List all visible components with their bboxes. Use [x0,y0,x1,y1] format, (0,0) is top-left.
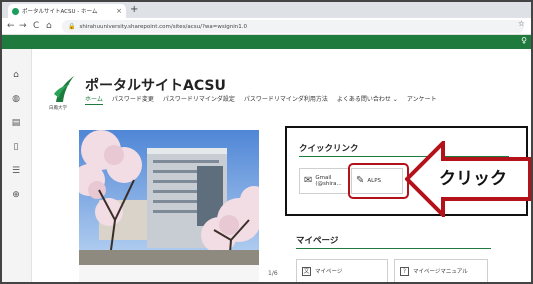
nav-home[interactable]: ホーム [85,94,103,105]
gmail-link-tile[interactable]: ✉ Gmail (@shira... [299,168,349,194]
hero-campus-photo[interactable] [79,130,259,265]
site-navigation: ホーム パスワード変更 パスワードリマインダ設定 パスワードリマインダ利用方法 … [85,94,437,105]
rail-document-icon[interactable]: ▯ [10,141,22,153]
rail-news-icon[interactable]: ▤ [10,117,22,129]
tab-close-icon[interactable]: × [116,7,122,15]
help-icon: ? [400,266,409,276]
favicon-icon [12,7,19,15]
rail-home-icon[interactable]: ⌂ [10,69,22,81]
tab-strip: ポータルサイトACSU - ホーム × + [2,2,531,18]
bookmark-star-icon[interactable]: ☆ [518,19,525,28]
my-page-manual-tile[interactable]: ? マイページマニュアル [394,259,488,282]
logo-caption: 白鳳大学 [49,106,67,111]
gmail-sublabel: (@shira... [315,181,342,187]
my-page-label: マイページ [315,269,343,275]
browser-tab[interactable]: ポータルサイトACSU - ホーム × [8,4,126,18]
app-rail: ⌂ ◍ ▤ ▯ ☰ ⊕ [2,49,32,282]
my-page-link-tile[interactable]: 文 マイページ [296,259,388,282]
rail-add-icon[interactable]: ⊕ [10,189,22,201]
lock-icon: 🔒 [68,23,76,30]
nav-password-reminder-usage[interactable]: パスワードリマインダ利用方法 [244,94,328,105]
rail-globe-icon[interactable]: ◍ [10,93,22,105]
nav-password-reminder-setup[interactable]: パスワードリマインダ設定 [163,94,235,105]
url-field[interactable]: 🔒 shirahuuniversity.sharepoint.com/sites… [62,20,524,33]
nav-faq[interactable]: よくある問い合わせ ⌄ [337,94,398,105]
forward-arrow-icon[interactable]: → [19,20,27,32]
address-bar: ← → C ⌂ 🔒 shirahuuniversity.sharepoint.c… [2,18,531,35]
quick-links-title: クイックリンク [299,144,359,154]
suite-bar: ♀ [2,35,531,49]
new-tab-button[interactable]: + [130,4,138,16]
url-text: shirahuuniversity.sharepoint.com/sites/a… [79,23,248,30]
reload-icon[interactable]: C [33,20,39,32]
back-arrow-icon[interactable]: ← [7,20,15,32]
my-page-manual-label: マイページマニュアル [413,269,468,275]
account-icon[interactable]: ♀ [521,36,527,45]
university-logo-icon[interactable] [52,72,76,108]
click-instruction-label: クリック [439,169,507,189]
carousel-counter: 1/6 [268,270,278,277]
mail-icon: ✉ [304,175,313,186]
nav-password-change[interactable]: パスワード変更 [112,94,154,105]
my-page-icon: 文 [302,266,311,276]
site-title: ポータルサイトACSU [85,78,226,94]
alps-highlight-box [348,163,409,199]
rail-list-icon[interactable]: ☰ [10,165,22,177]
nav-survey[interactable]: アンケート [407,94,437,105]
tab-title: ポータルサイトACSU - ホーム [22,9,98,15]
hero-caption-area [79,265,259,282]
my-page-title: マイページ [296,236,339,246]
home-icon[interactable]: ⌂ [46,20,52,32]
my-page-divider [296,248,491,249]
browser-window: ポータルサイトACSU - ホーム × + ← → C ⌂ 🔒 shirahuu… [0,0,533,284]
